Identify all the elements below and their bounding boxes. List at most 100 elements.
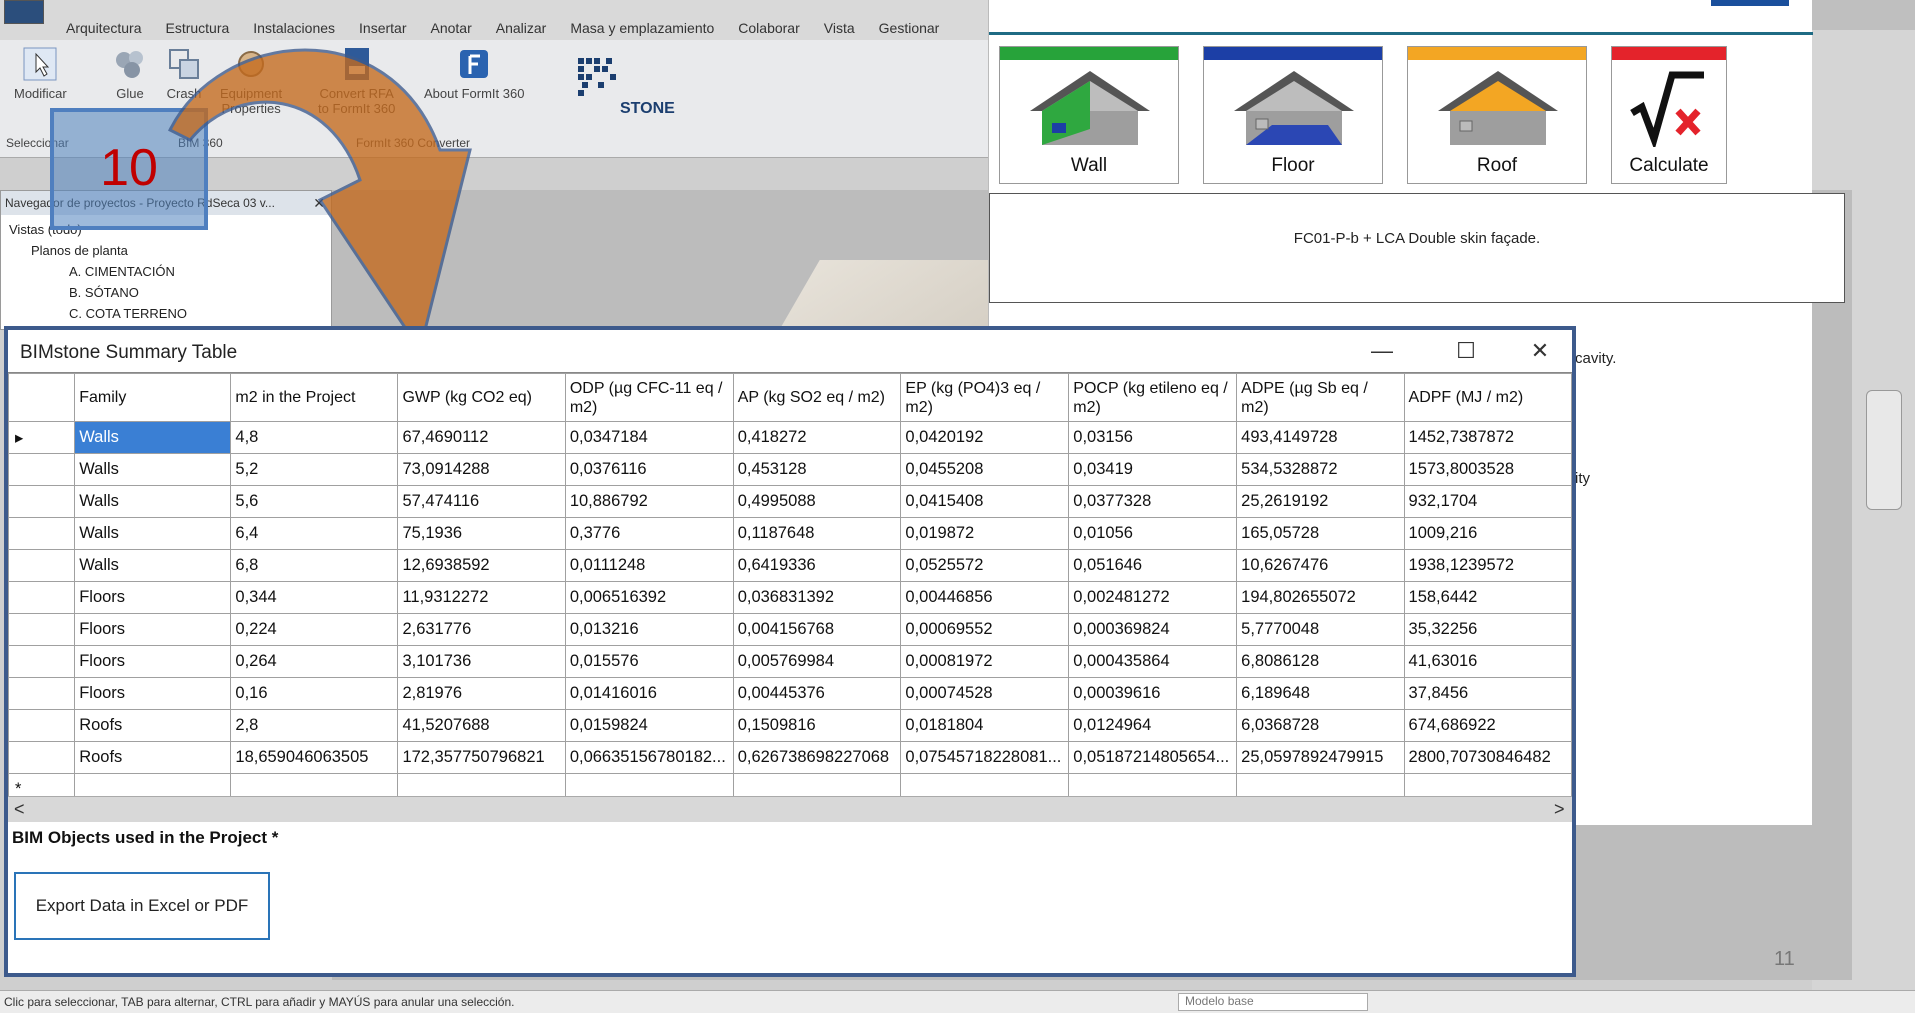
minimize-icon[interactable]: — [1364,336,1400,366]
table-cell[interactable]: 0,1509816 [732,709,902,742]
table-cell[interactable]: 1009,216 [1403,517,1572,550]
table-cell[interactable]: 0,0347184 [564,421,734,454]
row-header[interactable]: ▸ [8,421,76,454]
table-cell[interactable]: 0,05187214805654... [1068,741,1238,774]
ribbon-tab-4[interactable]: Anotar [430,20,471,36]
table-cell[interactable]: 0,000435864 [1068,645,1238,678]
table-cell[interactable]: 41,63016 [1403,645,1572,678]
table-cell[interactable]: 1452,7387872 [1403,421,1572,454]
table-cell[interactable]: 5,6 [230,485,399,518]
table-cell[interactable]: 0,015576 [564,645,734,678]
table-cell[interactable]: 172,357750796821 [397,741,566,774]
table-cell[interactable]: 0,224 [230,613,399,646]
table-cell[interactable]: 0,01416016 [564,677,734,710]
table-cell[interactable]: 0,07545718228081... [900,741,1070,774]
glue-tool[interactable]: Glue [112,46,148,101]
table-cell[interactable]: 0,3776 [564,517,734,550]
summary-grid[interactable]: Family m2 in the Project GWP (kg CO2 eq) OD… [8,372,1572,810]
table-cell[interactable]: 493,4149728 [1236,421,1405,454]
table-row[interactable]: Floors 0,16 2,81976 0,01416016 0,00445376 0,0… [8,677,1572,710]
row-header[interactable] [8,581,76,614]
table-cell[interactable]: 0,036831392 [732,581,902,614]
table-cell[interactable]: 4,8 [230,421,399,454]
table-cell[interactable]: 165,05728 [1236,517,1405,550]
table-row[interactable]: Floors 0,264 3,101736 0,015576 0,005769984 0,… [8,645,1572,678]
table-row[interactable]: ▸ Walls 4,8 67,4690112 0,0347184 0,418272 0,04… [8,421,1572,454]
row-header[interactable] [8,517,76,550]
table-cell[interactable]: 12,6938592 [397,549,566,582]
row-header[interactable] [8,485,76,518]
table-cell[interactable]: 25,2619192 [1236,485,1405,518]
floor-button[interactable]: Floor [1203,46,1383,184]
table-cell[interactable]: 6,4 [230,517,399,550]
equipment-properties-tool[interactable]: Equipment Properties [220,46,282,116]
table-cell[interactable]: Walls [74,421,232,454]
table-cell[interactable]: 0,00446856 [900,581,1070,614]
table-cell[interactable]: 0,03156 [1068,421,1238,454]
table-cell[interactable]: 18,659046063505 [230,741,399,774]
table-cell[interactable]: 10,886792 [564,485,734,518]
row-header[interactable] [8,645,76,678]
table-cell[interactable]: 6,8 [230,549,399,582]
table-cell[interactable]: 3,101736 [397,645,566,678]
table-cell[interactable]: 67,4690112 [397,421,566,454]
table-cell[interactable]: 0,00069552 [900,613,1070,646]
table-cell[interactable]: 25,0597892479915 [1236,741,1405,774]
table-cell[interactable]: 0,0455208 [900,453,1070,486]
table-cell[interactable]: 0,4995088 [732,485,902,518]
modify-tool[interactable]: Modificar [14,46,67,101]
table-cell[interactable]: 0,051646 [1068,549,1238,582]
tree-item-sotano[interactable]: B. SÓTANO [9,282,331,303]
table-cell[interactable]: 0,0124964 [1068,709,1238,742]
table-cell[interactable]: 0,16 [230,677,399,710]
table-cell[interactable]: 0,6419336 [732,549,902,582]
tree-item-cimentacion[interactable]: A. CIMENTACIÓN [9,261,331,282]
table-cell[interactable]: 2,81976 [397,677,566,710]
table-cell[interactable]: 2,631776 [397,613,566,646]
column-header[interactable]: ADPF (MJ / m2) [1403,373,1572,422]
ribbon-tab-8[interactable]: Vista [824,20,855,36]
ribbon-tab-7[interactable]: Colaborar [738,20,799,36]
model-selector[interactable]: Modelo base [1178,993,1368,1011]
table-cell[interactable]: 0,626738698227068 [732,741,902,774]
table-cell[interactable]: 0,00445376 [732,677,902,710]
table-row[interactable]: Walls 5,6 57,474116 10,886792 0,4995088 0,041… [8,485,1572,518]
table-cell[interactable]: 932,1704 [1403,485,1572,518]
column-header[interactable]: Family [74,373,232,422]
convert-rfa-tool[interactable]: Convert RFA to FormIt 360 [318,46,395,116]
table-cell[interactable]: Floors [74,581,232,614]
table-cell[interactable]: 194,802655072 [1236,581,1405,614]
calculate-button[interactable]: Calculate [1611,46,1727,184]
table-cell[interactable]: 0,264 [230,645,399,678]
table-cell[interactable]: Floors [74,613,232,646]
table-cell[interactable]: Floors [74,645,232,678]
table-cell[interactable]: 0,453128 [732,453,902,486]
row-header[interactable] [8,453,76,486]
row-header[interactable] [8,677,76,710]
table-cell[interactable]: 0,0415408 [900,485,1070,518]
table-cell[interactable]: 0,005769984 [732,645,902,678]
table-cell[interactable]: 5,2 [230,453,399,486]
ribbon-tab-0[interactable]: Arquitectura [66,20,141,36]
horizontal-scrollbar[interactable]: < > [8,796,1572,822]
table-cell[interactable]: 6,189648 [1236,677,1405,710]
table-cell[interactable]: 35,32256 [1403,613,1572,646]
table-cell[interactable]: 0,0377328 [1068,485,1238,518]
table-cell[interactable]: 41,5207688 [397,709,566,742]
table-cell[interactable]: Roofs [74,741,232,774]
export-data-button[interactable]: Export Data in Excel or PDF [14,872,270,940]
table-cell[interactable]: 0,0159824 [564,709,734,742]
table-cell[interactable]: 534,5328872 [1236,453,1405,486]
table-cell[interactable]: 0,004156768 [732,613,902,646]
table-cell[interactable]: 0,0181804 [900,709,1070,742]
roof-button[interactable]: Roof [1407,46,1587,184]
column-header[interactable]: AP (kg SO2 eq / m2) [732,373,902,422]
table-cell[interactable]: 0,013216 [564,613,734,646]
table-cell[interactable]: 0,06635156780182... [564,741,734,774]
table-cell[interactable]: 0,006516392 [564,581,734,614]
table-cell[interactable]: Walls [74,517,232,550]
close-icon[interactable]: ✕ [313,191,325,215]
table-cell[interactable]: 0,00081972 [900,645,1070,678]
table-cell[interactable]: 0,344 [230,581,399,614]
table-cell[interactable]: 11,9312272 [397,581,566,614]
